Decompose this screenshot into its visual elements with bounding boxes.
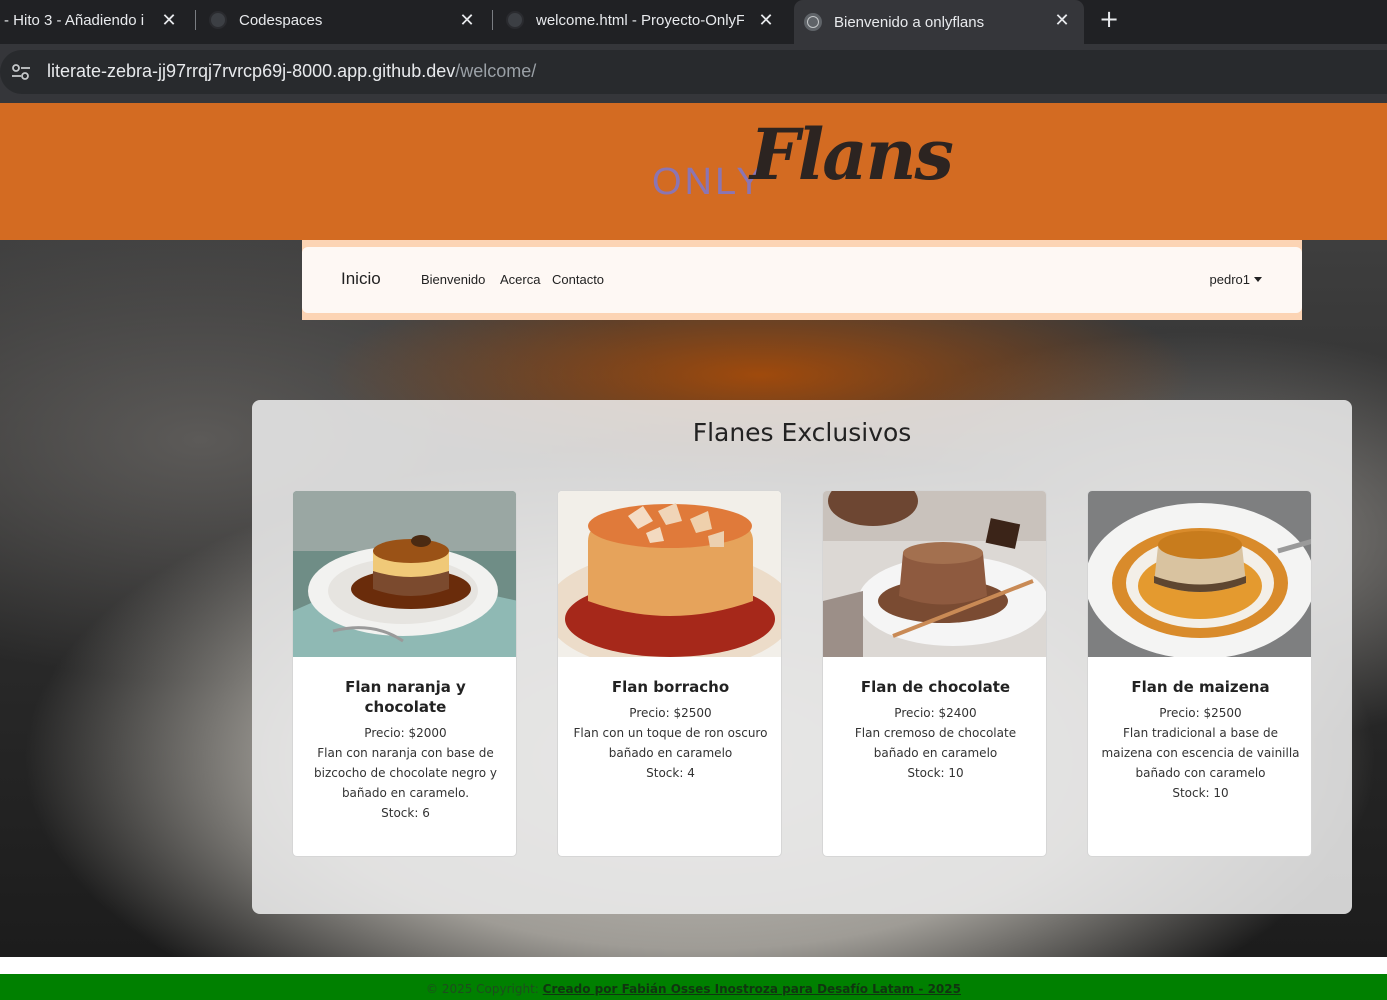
caret-down-icon — [1254, 277, 1262, 282]
product-price: Precio: $2000 — [364, 726, 447, 740]
product-stock: Stock: 10 — [907, 766, 964, 780]
products-panel: Flanes Exclusivos Flan naranja y chocola… — [252, 400, 1352, 914]
browser-tab-welcome-html[interactable]: welcome.html - Proyecto-OnlyF ✕ — [506, 0, 788, 40]
browser-tab-onlyflans[interactable]: Bienvenido a onlyflans ✕ — [794, 0, 1084, 44]
navbar: Inicio Bienvenido Acerca Contacto pedro1 — [302, 247, 1302, 313]
flan-naranja-image — [293, 491, 516, 657]
url-host: literate-zebra-jj97rrqj7rvrcp69j-8000.ap… — [47, 61, 456, 81]
github-icon — [506, 11, 524, 29]
user-dropdown[interactable]: pedro1 — [1210, 272, 1262, 287]
new-tab-button[interactable]: + — [1096, 6, 1122, 32]
product-card[interactable]: Flan borracho Precio: $2500 Flan con un … — [557, 490, 782, 857]
tab-separator — [195, 10, 196, 30]
browser-tab-strip: - Hito 3 - Añadiendo i ✕ Codespaces ✕ we… — [0, 0, 1387, 44]
product-description: Flan tradicional a base de maizena con e… — [1101, 726, 1300, 780]
product-stock: Stock: 10 — [1172, 786, 1229, 800]
product-card[interactable]: Flan de chocolate Precio: $2400 Flan cre… — [822, 490, 1047, 857]
product-stock: Stock: 6 — [381, 806, 430, 820]
url-path: /welcome/ — [455, 61, 537, 81]
logo-flans-text: Flans — [750, 113, 954, 196]
product-name: Flan borracho — [611, 678, 730, 696]
address-bar[interactable]: literate-zebra-jj97rrqj7rvrcp69j-8000.ap… — [0, 50, 1387, 94]
product-price: Precio: $2500 — [1159, 706, 1242, 720]
site-header: ONLY Flans — [0, 103, 1387, 240]
product-price: Precio: $2500 — [629, 706, 712, 720]
site-footer: © 2025 Copyright: Creado por Fabián Osse… — [0, 974, 1387, 1000]
card-body: Flan de maizena Precio: $2500 Flan tradi… — [1098, 677, 1303, 803]
site-settings-icon[interactable] — [10, 62, 32, 82]
flan-maizena-image — [1088, 491, 1311, 657]
nav-link-contacto[interactable]: Contacto — [552, 272, 604, 287]
flan-borracho-image — [558, 491, 781, 657]
globe-icon — [804, 13, 822, 31]
card-body: Flan naranja y chocolate Precio: $2000 F… — [303, 677, 508, 823]
browser-tab-hito3[interactable]: - Hito 3 - Añadiendo i ✕ — [0, 0, 195, 40]
close-icon[interactable]: ✕ — [457, 10, 477, 30]
copyright-text: © 2025 Copyright: — [426, 982, 543, 996]
url-text[interactable]: literate-zebra-jj97rrqj7rvrcp69j-8000.ap… — [47, 61, 536, 82]
browser-tab-codespaces[interactable]: Codespaces ✕ — [209, 0, 489, 40]
card-body: Flan borracho Precio: $2500 Flan con un … — [568, 677, 773, 783]
close-icon[interactable]: ✕ — [159, 10, 179, 30]
user-name: pedro1 — [1209, 272, 1250, 287]
onlyflans-logo[interactable]: ONLY Flans — [652, 113, 962, 223]
card-body: Flan de chocolate Precio: $2400 Flan cre… — [833, 677, 1038, 783]
nav-brand-inicio[interactable]: Inicio — [341, 269, 381, 289]
close-icon[interactable]: ✕ — [756, 10, 776, 30]
tab-title: - Hito 3 - Añadiendo i — [4, 11, 145, 29]
tab-separator — [492, 10, 493, 30]
nav-link-acerca[interactable]: Acerca — [500, 272, 540, 287]
nav-link-bienvenido[interactable]: Bienvenido — [421, 272, 485, 287]
web-page: ONLY Flans Inicio Bienvenido Acerca Cont… — [0, 103, 1387, 1000]
product-description: Flan con un toque de ron oscuro bañado e… — [573, 726, 768, 760]
tab-title: welcome.html - Proyecto-OnlyF — [536, 11, 744, 29]
product-name: Flan naranja y chocolate — [345, 678, 466, 716]
product-name: Flan de maizena — [1131, 678, 1270, 696]
close-icon[interactable]: ✕ — [1052, 10, 1072, 30]
product-card[interactable]: Flan de maizena Precio: $2500 Flan tradi… — [1087, 490, 1312, 857]
logo-only-text: ONLY — [652, 161, 765, 203]
flan-chocolate-image — [823, 491, 1046, 657]
product-card[interactable]: Flan naranja y chocolate Precio: $2000 F… — [292, 490, 517, 857]
navbar-wrapper: Inicio Bienvenido Acerca Contacto pedro1 — [302, 240, 1302, 320]
product-description: Flan con naranja con base de bizcocho de… — [314, 746, 497, 800]
github-icon — [209, 11, 227, 29]
tab-title: Bienvenido a onlyflans — [834, 13, 985, 31]
browser-toolbar: literate-zebra-jj97rrqj7rvrcp69j-8000.ap… — [0, 44, 1387, 103]
product-description: Flan cremoso de chocolate bañado en cara… — [854, 726, 1017, 760]
product-name: Flan de chocolate — [860, 678, 1011, 696]
footer-credit-link[interactable]: Creado por Fabián Osses Inostroza para D… — [543, 982, 961, 996]
product-stock: Stock: 4 — [646, 766, 695, 780]
tab-title: Codespaces — [239, 11, 323, 29]
product-price: Precio: $2400 — [894, 706, 977, 720]
section-title: Flanes Exclusivos — [692, 418, 912, 447]
